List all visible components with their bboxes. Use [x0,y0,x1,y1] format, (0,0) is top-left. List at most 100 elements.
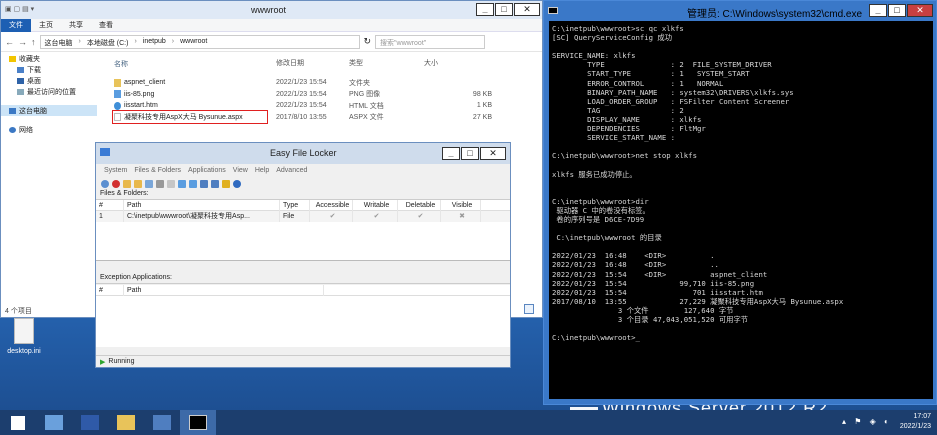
move-down-icon[interactable] [178,179,186,188]
menu-files-folders[interactable]: Files & Folders [134,167,181,174]
breadcrumb-drive[interactable]: 本地磁盘 (C:) [87,38,129,47]
nav-this-pc[interactable]: 这台电脑 [1,105,97,116]
maximize-button[interactable]: □ [495,3,513,16]
explorer-taskbar-button[interactable] [108,410,144,435]
explorer-titlebar[interactable]: ▣ ▢ ▤ ▾ wwwroot _ □ ✕ [1,1,542,19]
breadcrumb-inetpub[interactable]: inetpub [143,38,166,46]
powershell-button[interactable] [72,410,108,435]
server-manager-button[interactable] [36,410,72,435]
tab-share[interactable]: 共享 [61,20,91,30]
minimize-button[interactable]: _ [442,147,460,160]
tray-icons[interactable]: ▴ ⚑ ◈ ◐ [842,417,892,427]
console-line: xlkfs 服务已成功停止。 [552,169,637,179]
col-writable[interactable]: Writable [353,199,398,211]
maximize-button[interactable]: □ [461,147,479,160]
col-size[interactable]: 大小 [424,58,492,69]
cmd-taskbar-button[interactable] [180,410,216,435]
navigation-pane: 收藏夹 下载 桌面 最近访问的位置 这台电脑 网络 [1,53,97,301]
col-path[interactable]: Path [124,284,324,296]
col-num[interactable]: # [96,284,124,296]
edit-icon[interactable] [145,179,153,188]
col-path[interactable]: Path [124,199,280,211]
easy-file-locker-window: Easy File Locker _ □ ✕ System Files & Fo… [95,142,511,368]
tab-home[interactable]: 主页 [31,20,61,30]
address-bar[interactable]: 这台电脑 › 本地磁盘 (C:) › inetpub › wwwroot [39,34,360,49]
locker-title: Easy File Locker [270,148,337,158]
file-row[interactable]: aspnet_client 2022/1/23 15:54 文件夹 [114,77,544,89]
console-line: [SC] QueryServiceConfig 成功 [552,33,673,43]
close-button[interactable]: ✕ [907,4,933,17]
stop-icon[interactable] [112,179,120,188]
col-accessible[interactable]: Accessible [310,199,353,211]
cmd-titlebar[interactable]: 管理员: C:\Windows\system32\cmd.exe _ □ ✕ [544,1,936,21]
col-visible[interactable]: Visible [441,199,481,211]
move-up-icon[interactable] [189,179,197,188]
info-icon[interactable] [233,179,241,188]
details-view-icon[interactable] [524,304,534,314]
console-line: C:\inetpub\wwwroot 的目录 [552,233,662,243]
nav-network[interactable]: 网络 [1,124,97,135]
table-row[interactable]: 1 C:\inetpub\wwwroot\凝聚科技专用Asp... File ✔… [96,211,510,222]
address-row: ← → ↑ 这台电脑 › 本地磁盘 (C:) › inetpub › wwwroot … [1,32,542,52]
minimize-button[interactable]: _ [476,3,494,16]
menu-applications[interactable]: Applications [188,167,226,174]
nav-label: 这台电脑 [19,107,47,115]
add-file-icon[interactable] [123,179,131,188]
running-icon: ▶ [100,358,106,366]
breadcrumb-wwwroot[interactable]: wwwroot [180,38,207,46]
nav-downloads[interactable]: 下载 [1,64,97,75]
search-input[interactable]: 搜索"wwwroot" [375,34,486,49]
menu-help[interactable]: Help [255,167,269,174]
console-line: DISPLAY_NAME : xlkfs [552,114,702,124]
maximize-button[interactable]: □ [888,4,906,17]
console-output[interactable]: C:\inetpub\wwwroot>sc qc xlkfs [SC] Query… [549,21,933,399]
app-add-icon[interactable] [200,179,208,188]
tab-view[interactable]: 查看 [91,20,121,30]
breadcrumb-this-pc[interactable]: 这台电脑 [45,38,73,47]
add-folder-icon[interactable] [134,179,142,188]
col-deletable[interactable]: Deletable [398,199,441,211]
file-row-highlighted[interactable]: 凝聚科技专用AspX大马 Bysunue.aspx 2017/8/10 13:5… [112,110,544,125]
start-button[interactable] [0,410,36,435]
explorer-title: wwwroot [251,5,287,15]
col-type[interactable]: Type [280,199,310,211]
menu-view[interactable]: View [233,167,248,174]
col-num[interactable]: # [96,199,124,211]
minimize-button[interactable]: _ [869,4,887,17]
start-icon[interactable] [101,179,109,188]
tab-file[interactable]: 文件 [1,18,31,32]
app-remove-icon[interactable] [211,179,219,188]
col-date[interactable]: 修改日期 [276,58,349,69]
nav-favorites[interactable]: 收藏夹 [1,53,97,64]
remove-icon[interactable] [156,179,164,188]
refresh-icon[interactable]: ↻ [364,36,372,47]
options-icon[interactable] [167,179,175,188]
col-name[interactable]: 名称 [114,58,276,69]
file-locker-taskbar-button[interactable] [144,410,180,435]
key-icon[interactable] [222,179,230,188]
recent-icon [17,88,24,95]
col-type[interactable]: 类型 [349,58,424,69]
console-line: C:\inetpub\wwwroot>_ [552,333,640,343]
close-button[interactable]: ✕ [480,147,506,160]
quick-access-toolbar[interactable]: ▣ ▢ ▤ ▾ [5,5,34,13]
desktop-ini-icon[interactable]: desktop.ini [2,318,46,355]
nav-desktop[interactable]: 桌面 [1,75,97,86]
file-row[interactable]: iis-85.png 2022/1/23 15:54 PNG 图像 98 KB [114,89,544,101]
clock[interactable]: 17:07 2022/1/23 [900,412,931,432]
menu-advanced[interactable]: Advanced [276,167,307,174]
close-button[interactable]: ✕ [514,3,540,16]
file-row[interactable]: iisstart.htm 2022/1/23 15:54 HTML 文档 1 K… [114,100,544,112]
nav-recent[interactable]: 最近访问的位置 [1,86,97,97]
locker-titlebar[interactable]: Easy File Locker _ □ ✕ [96,143,510,164]
up-icon[interactable]: ↑ [31,37,36,47]
back-icon[interactable]: ← [5,37,14,47]
menu-system[interactable]: System [104,167,127,174]
row-path: C:\inetpub\wwwroot\凝聚科技专用Asp... [124,211,280,222]
folder-icon [114,78,121,87]
forward-icon[interactable]: → [18,37,27,47]
console-line: 2022/01/23 15:54 701 iisstart.htm [552,287,763,297]
